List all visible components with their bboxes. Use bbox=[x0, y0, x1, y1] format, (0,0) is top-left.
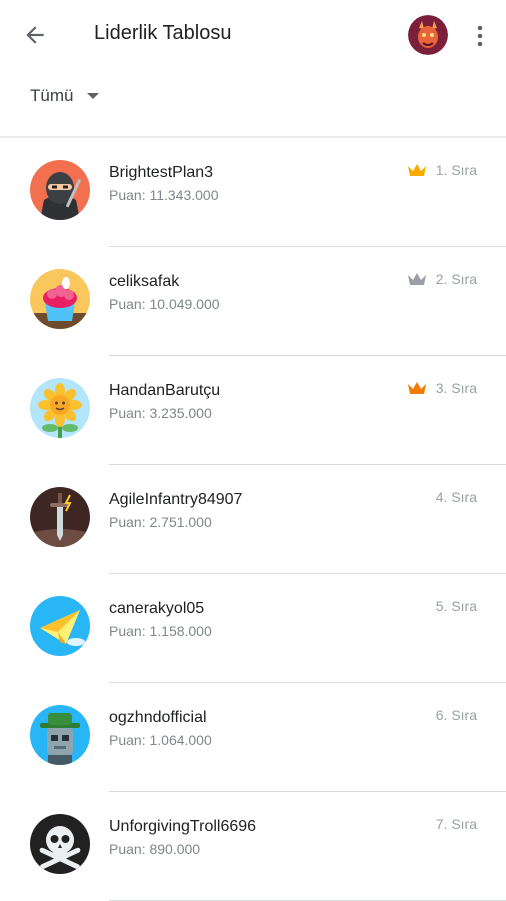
player-name: BrightestPlan3 bbox=[109, 164, 214, 181]
rank-label: 7. Sıra bbox=[435, 816, 477, 832]
rank-label: 5. Sıra bbox=[435, 598, 477, 614]
list-item[interactable]: celiksafak Puan: 10.049.000 2. Sıra bbox=[0, 247, 506, 356]
dropdown-caret-icon bbox=[87, 93, 100, 99]
player-score: Puan: 11.343.000 bbox=[109, 187, 219, 203]
rank-label: 3. Sıra bbox=[435, 380, 477, 396]
rank-label: 4. Sıra bbox=[435, 489, 477, 505]
player-name: UnforgivingTroll6696 bbox=[109, 818, 257, 835]
player-score: Puan: 890.000 bbox=[109, 841, 201, 857]
player-name: canerakyol05 bbox=[109, 600, 205, 617]
list-item[interactable]: ogzhndofficial Puan: 1.064.000 6. Sıra bbox=[0, 683, 506, 792]
rank-badge: 5. Sıra bbox=[436, 598, 477, 614]
dragon-avatar-icon[interactable] bbox=[408, 15, 448, 55]
ninja-avatar-icon bbox=[30, 160, 90, 220]
list-item[interactable]: UnforgivingTroll6696 Puan: 890.000 7. Sı… bbox=[0, 792, 506, 901]
rank-badge: 4. Sıra bbox=[436, 489, 477, 505]
player-name: celiksafak bbox=[109, 273, 180, 290]
player-score: Puan: 2.751.000 bbox=[109, 514, 212, 530]
rank-badge: 6. Sıra bbox=[436, 707, 477, 723]
rank-label: 2. Sıra bbox=[435, 271, 477, 287]
list-item[interactable]: BrightestPlan3 Puan: 11.343.000 1. Sıra bbox=[0, 138, 506, 247]
player-score: Puan: 10.049.000 bbox=[109, 296, 220, 312]
paper-plane-avatar-icon bbox=[30, 596, 90, 656]
rank-badge: 3. Sıra bbox=[407, 380, 477, 396]
player-name: ogzhndofficial bbox=[109, 709, 207, 726]
list-item[interactable]: canerakyol05 Puan: 1.158.000 5. Sıra bbox=[0, 574, 506, 683]
player-name: AgileInfantry84907 bbox=[109, 491, 243, 508]
cupcake-avatar-icon bbox=[30, 269, 90, 329]
gold-crown-icon bbox=[407, 164, 426, 176]
arrow-back-icon[interactable] bbox=[22, 22, 48, 48]
app-bar: Liderlik Tablosu bbox=[0, 0, 506, 70]
filter-label: Tümü bbox=[30, 86, 74, 105]
sunflower-avatar-icon bbox=[30, 378, 90, 438]
list-item[interactable]: AgileInfantry84907 Puan: 2.751.000 4. Sı… bbox=[0, 465, 506, 574]
sword-avatar-icon bbox=[30, 487, 90, 547]
rank-badge: 2. Sıra bbox=[407, 271, 477, 287]
player-score: Puan: 3.235.000 bbox=[109, 405, 212, 421]
rank-label: 6. Sıra bbox=[435, 707, 477, 723]
robot-hat-avatar-icon bbox=[30, 705, 90, 765]
list-item[interactable]: HandanBarutçu Puan: 3.235.000 3. Sıra bbox=[0, 356, 506, 465]
filter-dropdown[interactable]: Tümü bbox=[30, 82, 100, 110]
leaderboard-list: BrightestPlan3 Puan: 11.343.000 1. Sıra … bbox=[0, 138, 506, 901]
player-score: Puan: 1.064.000 bbox=[109, 732, 212, 748]
rank-badge: 7. Sıra bbox=[436, 816, 477, 832]
page-title: Liderlik Tablosu bbox=[94, 22, 232, 44]
skull-avatar-icon bbox=[30, 814, 90, 874]
silver-crown-icon bbox=[407, 273, 426, 285]
rank-label: 1. Sıra bbox=[435, 162, 477, 178]
rank-badge: 1. Sıra bbox=[407, 162, 477, 178]
bronze-crown-icon bbox=[407, 382, 426, 394]
player-name: HandanBarutçu bbox=[109, 382, 221, 399]
more-vert-icon[interactable] bbox=[468, 22, 492, 50]
player-score: Puan: 1.158.000 bbox=[109, 623, 212, 639]
